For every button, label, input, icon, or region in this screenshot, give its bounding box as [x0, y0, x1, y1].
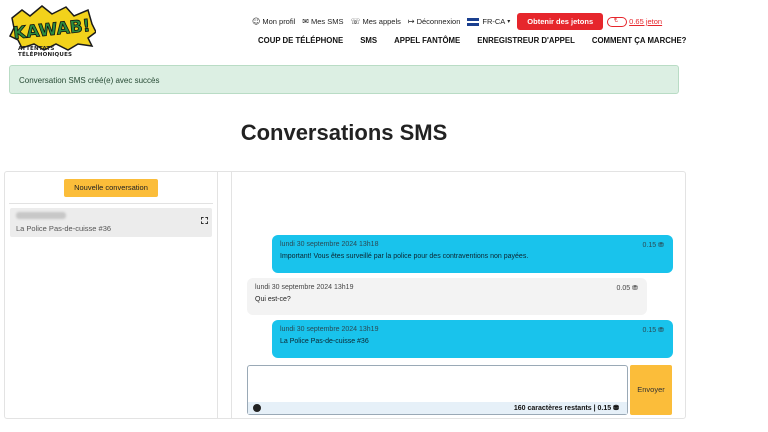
message-text: Important! Vous êtes surveillé par la po… — [280, 253, 529, 260]
logout-label: Déconnexion — [416, 17, 461, 26]
my-sms-link[interactable]: ✉ Mes SMS — [302, 17, 343, 26]
language-label: FR-CA — [482, 17, 506, 26]
send-button[interactable]: Envoyer — [630, 365, 672, 415]
conversation-item[interactable]: La Police Pas-de-cuisse #36 — [10, 208, 212, 237]
logo-tagline: ATTENTATS TÉLÉPHONIQUES — [18, 46, 73, 58]
language-select[interactable]: FR-CA ▾ — [467, 17, 510, 26]
message-timestamp: lundi 30 septembre 2024 13h19 — [280, 326, 379, 333]
message-text: La Police Pas-de-cuisse #36 — [280, 338, 369, 345]
coins-icon: ⛃ — [613, 405, 619, 412]
main-nav: COUP DE TÉLÉPHONE SMS APPEL FANTÔME ENRE… — [258, 36, 686, 45]
conversation-contact-blurred — [16, 212, 66, 219]
logo[interactable]: KAWAB! ATTENTATS TÉLÉPHONIQUES — [8, 4, 97, 58]
utility-nav: ☺ Mon profil ✉ Mes SMS ☏ Mes appels ↦ Dé… — [252, 13, 662, 30]
nav-ghost-call[interactable]: APPEL FANTÔME — [394, 36, 460, 45]
success-alert: Conversation SMS créé(e) avec succès — [9, 65, 679, 94]
emoji-icon[interactable] — [253, 404, 261, 412]
message-sent: lundi 30 septembre 2024 13h18 0.15 ⛃ Imp… — [272, 235, 673, 273]
my-calls-label: Mes appels — [362, 17, 401, 26]
conversation-sidebar: Nouvelle conversation La Police Pas-de-c… — [5, 172, 218, 418]
token-balance: 0.65 jeton — [629, 17, 663, 26]
divider — [9, 203, 213, 204]
nav-call-recorder[interactable]: ENREGISTREUR D'APPEL — [477, 36, 575, 45]
message-cost: 0.05 ⛃ — [616, 284, 638, 292]
message-timestamp: lundi 30 septembre 2024 13h18 — [280, 241, 379, 248]
user-icon: ☺ — [252, 17, 261, 26]
coins-icon: ⛃ — [632, 284, 638, 292]
conversations-panel: Nouvelle conversation La Police Pas-de-c… — [4, 171, 686, 419]
profile-label: Mon profil — [262, 17, 296, 26]
page-title: Conversations SMS — [240, 120, 448, 145]
my-calls-link[interactable]: ☏ Mes appels — [351, 17, 401, 26]
character-counter: 160 caractères restants | 0.15 ⛃ — [513, 405, 619, 412]
profile-link[interactable]: ☺ Mon profil — [252, 17, 295, 26]
flag-icon — [467, 17, 480, 26]
logout-link[interactable]: ↦ Déconnexion — [408, 17, 460, 26]
conversation-subtitle: La Police Pas-de-cuisse #36 — [16, 224, 112, 233]
coins-icon: ⛃ — [658, 241, 664, 249]
nav-phone-call[interactable]: COUP DE TÉLÉPHONE — [258, 36, 343, 45]
my-sms-label: Mes SMS — [310, 17, 344, 26]
message-cost: 0.15 ⛃ — [642, 241, 664, 249]
new-conversation-button[interactable]: Nouvelle conversation — [64, 179, 158, 197]
nav-sms[interactable]: SMS — [360, 36, 377, 45]
message-cost: 0.15 ⛃ — [642, 326, 664, 334]
token-icon — [607, 16, 628, 27]
message-text: Qui est-ce? — [255, 296, 291, 303]
message-timestamp: lundi 30 septembre 2024 13h19 — [255, 284, 354, 291]
composer-toolbar: 160 caractères restants | 0.15 ⛃ — [248, 402, 627, 414]
message-input[interactable]: 160 caractères restants | 0.15 ⛃ — [247, 365, 628, 415]
expand-icon[interactable] — [201, 217, 208, 224]
nav-how-it-works[interactable]: COMMENT ÇA MARCHE? — [592, 36, 687, 45]
get-tokens-button[interactable]: Obtenir des jetons — [517, 13, 604, 30]
chat-area: lundi 30 septembre 2024 13h18 0.15 ⛃ Imp… — [231, 172, 687, 418]
message-sent: lundi 30 septembre 2024 13h19 0.15 ⛃ La … — [272, 320, 673, 358]
logout-icon: ↦ — [407, 17, 415, 26]
chat-icon: ✉ — [302, 17, 309, 26]
coins-icon: ⛃ — [658, 326, 664, 334]
token-balance-link[interactable]: 0.65 jeton — [607, 16, 663, 27]
phone-icon: ☏ — [350, 17, 361, 26]
chevron-down-icon: ▾ — [507, 19, 511, 25]
message-received: lundi 30 septembre 2024 13h19 0.05 ⛃ Qui… — [247, 278, 647, 315]
